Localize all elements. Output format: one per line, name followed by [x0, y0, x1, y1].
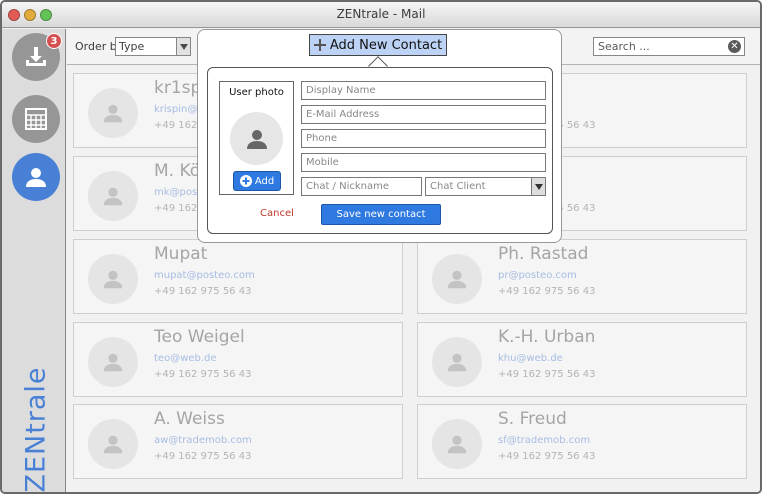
contact-email[interactable]: aw@trademob.com	[154, 435, 252, 446]
user-icon	[447, 435, 467, 454]
brand-logo: ZENtrale	[20, 365, 52, 493]
dialog-title: Add New Contact	[309, 34, 447, 56]
user-icon	[447, 353, 467, 372]
contact-card[interactable]: Mupat mupat@posteo.com +49 162 975 56 43	[73, 239, 403, 314]
user-icon	[447, 270, 467, 289]
calendar-icon	[25, 108, 47, 130]
contact-phone: +49 162 975 56 43	[498, 369, 596, 380]
contact-name: K.-H. Urban	[498, 327, 596, 347]
sidebar: 3 ZENtrale	[2, 29, 66, 492]
contact-card[interactable]: Teo Weigel teo@web.de +49 162 975 56 43	[73, 322, 403, 397]
user-icon	[103, 104, 123, 123]
calendar-button[interactable]	[12, 95, 60, 143]
order-by-select[interactable]: Type	[115, 37, 191, 56]
contact-phone: +49 162 975 56 43	[154, 369, 252, 380]
contact-phone: +49 162 975 56 43	[154, 451, 252, 462]
add-photo-button[interactable]: Add	[233, 171, 281, 191]
download-icon	[26, 47, 46, 66]
contact-phone: +49 162 975 56 43	[498, 286, 596, 297]
user-photo-panel: User photo Add	[219, 81, 294, 195]
avatar	[88, 254, 138, 304]
title-bar: ZENtrale - Mail	[2, 2, 760, 28]
dropdown-arrow-icon[interactable]	[531, 178, 545, 195]
contact-form: User photo Add Display Name E-Mail Addre…	[207, 67, 553, 234]
user-photo-label: User photo	[229, 87, 284, 98]
contact-phone: +49 162 975 56 43	[498, 451, 596, 462]
contact-email[interactable]: pr@posteo.com	[498, 270, 577, 281]
user-icon	[103, 270, 123, 289]
contact-name: Ph. Rastad	[498, 244, 589, 264]
contact-card[interactable]: S. Freud sf@trademob.com +49 162 975 56 43	[417, 404, 747, 479]
avatar	[88, 337, 138, 387]
save-contact-button[interactable]: Save new contact	[321, 204, 441, 225]
add-photo-label: Add	[254, 175, 275, 187]
contact-card[interactable]: K.-H. Urban khu@web.de +49 162 975 56 43	[417, 322, 747, 397]
contact-card[interactable]: Ph. Rastad pr@posteo.com +49 162 975 56 43	[417, 239, 747, 314]
contact-card[interactable]: A. Weiss aw@trademob.com +49 162 975 56 43	[73, 404, 403, 479]
search-input[interactable]: Search ... ✕	[593, 37, 745, 56]
user-icon	[26, 168, 46, 187]
avatar	[88, 419, 138, 469]
add-contact-dialog: Add New Contact User photo Add Display N…	[197, 29, 562, 243]
contact-name: Mupat	[154, 244, 208, 264]
contact-email[interactable]: khu@web.de	[498, 353, 563, 364]
contact-phone: +49 162 975 56 43	[154, 286, 252, 297]
avatar	[432, 419, 482, 469]
order-by-value: Type	[119, 40, 145, 53]
contact-email[interactable]: sf@trademob.com	[498, 435, 590, 446]
avatar	[88, 171, 138, 221]
contacts-button[interactable]	[12, 153, 60, 201]
avatar	[432, 337, 482, 387]
photo-placeholder	[230, 112, 283, 165]
search-placeholder: Search ...	[598, 40, 650, 53]
contact-name: S. Freud	[498, 409, 567, 429]
avatar	[88, 88, 138, 138]
user-icon	[103, 435, 123, 454]
user-icon	[103, 187, 123, 206]
plus-circle-icon	[239, 175, 252, 187]
user-icon	[246, 129, 267, 149]
search-clear-icon[interactable]: ✕	[728, 40, 741, 53]
mobile-field[interactable]: Mobile	[301, 153, 546, 172]
user-icon	[103, 353, 123, 372]
contact-email[interactable]: teo@web.de	[154, 353, 217, 364]
avatar	[432, 254, 482, 304]
phone-field[interactable]: Phone	[301, 129, 546, 148]
dialog-title-text: Add New Contact	[329, 37, 443, 53]
contact-email[interactable]: mupat@posteo.com	[154, 270, 255, 281]
email-field[interactable]: E-Mail Address	[301, 105, 546, 124]
chat-nickname-field[interactable]: Chat / Nickname	[301, 177, 422, 196]
chat-client-select[interactable]: Chat Client	[425, 177, 546, 196]
unread-badge: 3	[46, 33, 62, 49]
contact-name: Teo Weigel	[154, 327, 245, 347]
dropdown-arrow-icon[interactable]	[176, 38, 190, 55]
chat-client-value: Chat Client	[430, 181, 486, 192]
contact-name: A. Weiss	[154, 409, 225, 429]
cancel-button[interactable]: Cancel	[260, 208, 294, 219]
window-title: ZENtrale - Mail	[336, 7, 426, 21]
display-name-field[interactable]: Display Name	[301, 81, 546, 100]
plus-icon	[313, 39, 326, 51]
